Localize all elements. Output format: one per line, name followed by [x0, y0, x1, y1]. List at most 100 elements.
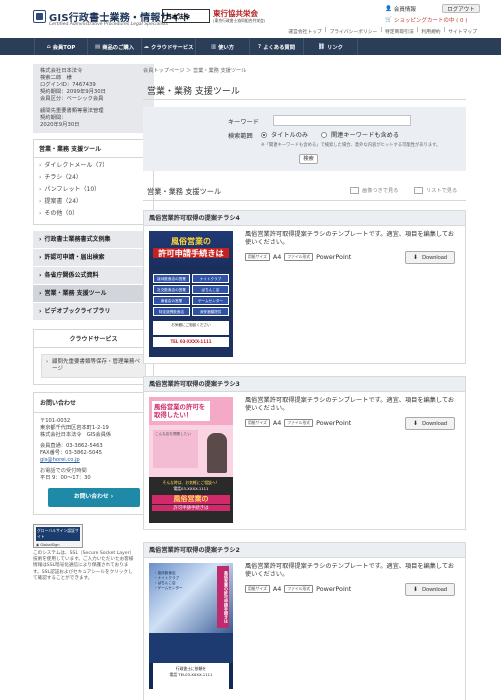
flyer-cell: 深夜酒類提供: [192, 307, 229, 316]
header-link-sitemap[interactable]: サイトマップ: [448, 28, 477, 35]
side-menu-forms[interactable]: 行政書士業務書式文例集: [33, 231, 154, 249]
header-link-company[interactable]: 運営会社トップ: [288, 28, 322, 35]
flyer-cell: ゲームセンター: [192, 296, 229, 305]
partner-logo-horei[interactable]: 日本法令: [162, 9, 210, 23]
flyer-cell: ナイトクラブ: [192, 274, 229, 283]
download-icon: ⬇: [413, 421, 419, 427]
flyer-text: TEL 03-XXXX-1111: [153, 337, 229, 347]
site-subtitle: Certified Administrative Procedures Lega…: [49, 22, 169, 27]
product-card-title[interactable]: 風俗営業許可取得の提案チラシ3: [144, 377, 465, 392]
user-plan-name: 顧問先重要書類等憲法管理: [40, 108, 104, 114]
file-format-tag: ファイル形式: [284, 419, 314, 427]
scope-title-only-radio[interactable]: タイトルのみ: [261, 130, 308, 139]
header-link-terms[interactable]: 利用規約: [421, 28, 440, 35]
nav-howto[interactable]: ▥ 使い方: [196, 38, 250, 55]
flyer-thumbnail[interactable]: ・接待飲食店 ・ナイトクラブ ・ぱちんこ店 ・ゲームセンター 風俗営業の許可申請…: [149, 563, 233, 689]
nav-cloud[interactable]: ☁ クラウドサービス: [142, 38, 196, 55]
globalsign-logo-icon: ◉ GlobalSign: [36, 543, 60, 547]
member-info-label: 会員情報: [393, 6, 416, 13]
user-member-type: 会員区分：ベーシック会員: [40, 96, 104, 102]
cart-link[interactable]: 🛒 ショッピングカートの中 ( 0 ): [385, 15, 467, 24]
product-card-title[interactable]: 風俗営業許可取得の提案チラシ4: [144, 211, 465, 226]
header-link-tokusho[interactable]: 特定商取引法: [385, 28, 414, 35]
file-format-tag: ファイル形式: [284, 585, 314, 593]
nav-faq[interactable]: ? よくある質問: [250, 38, 304, 55]
user-icon: 👤: [385, 5, 392, 12]
gis-logo-icon[interactable]: [33, 10, 46, 23]
product-description: 風俗営業許可取得提案チラシのテンプレートです。適宜、項目を編集してお使いください…: [245, 563, 455, 579]
side-menu-permit-search[interactable]: 許認可申請・届出検索: [33, 249, 154, 267]
subcategory-pamphlet[interactable]: パンフレット（10）: [39, 184, 148, 196]
flyer-cell: 接待飲食店の営業: [153, 274, 190, 283]
flyer-text: 風俗営業の: [152, 495, 230, 504]
flyer-cell: ぱちんこ店: [192, 285, 229, 294]
search-panel: キーワード 検索範囲 タイトルのみ 関連キーワードも含める ※「関連キーワードも…: [143, 107, 466, 171]
subcategory-dm[interactable]: ダイレクトメール（7）: [39, 160, 148, 172]
search-button[interactable]: 検索: [299, 154, 318, 164]
subcategory-flyer[interactable]: チラシ（24）: [39, 172, 148, 184]
member-info-link[interactable]: 👤 会員情報: [385, 4, 416, 13]
product-card: 風俗営業許可取得の提案チラシ3 風俗営業の許可を取得したい！ こんな店を開業した…: [143, 376, 466, 530]
contact-postal: 〒101-0032: [40, 418, 71, 424]
list-title: 営業・業務 支援ツール: [147, 187, 222, 196]
flyer-thumbnail[interactable]: 風俗営業の許可を取得したい！ こんな店を開業したい そんな時は、お気軽にご相談へ…: [149, 397, 233, 523]
subcategory-other[interactable]: その他（0）: [39, 208, 148, 220]
product-meta: 用紙サイズ A4 ファイル形式 PowerPoint: [245, 253, 351, 261]
category-title: 営業・業務 支援ツール: [33, 139, 154, 158]
ssl-seal[interactable]: グローバルサイン認証サイト ◉ GlobalSign: [33, 524, 83, 548]
keyword-input[interactable]: [273, 115, 411, 126]
view-list-toggle[interactable]: リストで見る: [414, 187, 457, 194]
flyer-text: 風俗営業の許可申請手続きは: [217, 566, 229, 628]
flyer-thumbnail[interactable]: 風俗営業の 許可申請手続きは 接待飲食店の営業 ナイトクラブ 社交飲食店の営業 …: [149, 231, 233, 357]
ssl-seal-label: グローバルサイン認証サイト: [36, 527, 80, 541]
flyer-text: こんな店を開業したい: [153, 430, 198, 468]
side-menu-sales-tools[interactable]: 営業・業務 支援ツール: [33, 285, 154, 303]
user-login-id: ログインID：7467439: [40, 82, 96, 88]
user-company: 株式会社日本法令: [40, 68, 83, 74]
side-menu-official-docs[interactable]: 各省庁関係公式資料: [33, 267, 154, 285]
contact-title: お問い合わせ: [33, 392, 154, 413]
flyer-cell: 麻雀店の営業: [153, 296, 190, 305]
header-link-privacy[interactable]: プライバシーポリシー: [329, 28, 377, 35]
cart-label: ショッピングカートの中 ( 0 ): [393, 17, 468, 24]
side-menu-videobook[interactable]: ビデオブックライブラリ: [33, 303, 154, 321]
cloud-service-link[interactable]: 顧問先重要書類等保存・管理業務ページ: [41, 354, 146, 378]
contact-email[interactable]: gis@horei.co.jp: [40, 457, 147, 464]
list-header: 営業・業務 支援ツール 画像つきで見る リストで見る: [143, 181, 466, 201]
nav-links[interactable]: ⛓ リンク: [304, 38, 358, 55]
download-button[interactable]: ⬇ Download: [405, 583, 455, 596]
download-button[interactable]: ⬇ Download: [405, 417, 455, 430]
global-nav: ⌂ 会員TOP ▤ 商品のご購入 ☁ クラウドサービス ▥ 使い方 ? よくある質問 ⛓ リ…: [0, 38, 501, 55]
paper-size: A4: [272, 585, 282, 593]
nav-purchase[interactable]: ▤ 商品のご購入: [88, 38, 142, 55]
nav-member-top[interactable]: ⌂ 会員TOP: [34, 38, 88, 55]
product-description: 風俗営業許可取得提案チラシのテンプレートです。適宜、項目を編集してお使いください…: [245, 231, 455, 247]
user-expiry: 契約期間：2099年9月30日: [40, 89, 106, 95]
download-button[interactable]: ⬇ Download: [405, 251, 455, 264]
breadcrumb[interactable]: 会員トップページ ＞ 営業・業務 支援ツール: [143, 67, 246, 74]
flyer-text: 風俗営業の: [171, 237, 211, 246]
file-format: PowerPoint: [316, 419, 352, 427]
product-card: 風俗営業許可取得の提案チラシ2 ・接待飲食店 ・ナイトクラブ ・ぱちんこ店 ・ゲ…: [143, 542, 466, 700]
flyer-photo: [149, 633, 233, 663]
ssl-description: このシステムは、SSL（Secure Socket Layer）技術を使用してい…: [33, 551, 135, 581]
logout-button[interactable]: ログアウト: [442, 4, 480, 13]
paper-size-tag: 用紙サイズ: [245, 419, 270, 427]
radio-unchecked-icon: [321, 131, 327, 138]
person-illustration: [207, 433, 227, 473]
site-header: GIS行政書士業務・情報サイト Certified Administrative…: [0, 0, 501, 38]
user-plan-period-label: 契約期間：: [40, 115, 67, 121]
scope-related-radio[interactable]: 関連キーワードも含める: [321, 130, 399, 139]
product-card-title[interactable]: 風俗営業許可取得の提案チラシ2: [144, 543, 465, 558]
header-links: 運営会社トップ | プライバシーポリシー | 特定商取引法 | 利用規約 | サイトマッ…: [288, 28, 477, 35]
user-name: 検索二郎 様: [40, 75, 72, 81]
flyer-text: ・接待飲食店 ・ナイトクラブ ・ぱちんこ店 ・ゲームセンター: [154, 571, 183, 590]
subcategory-proposal[interactable]: 提案書（24）: [39, 196, 148, 208]
view-grid-toggle[interactable]: 画像つきで見る: [350, 187, 398, 194]
paper-size: A4: [272, 419, 282, 427]
contact-button[interactable]: お問い合わせ ›: [47, 488, 140, 507]
cart-icon: 🛒: [385, 16, 392, 23]
radio-checked-icon: [261, 131, 267, 138]
cloud-icon: ☁: [143, 43, 150, 50]
cart-icon: ▤: [95, 43, 101, 50]
